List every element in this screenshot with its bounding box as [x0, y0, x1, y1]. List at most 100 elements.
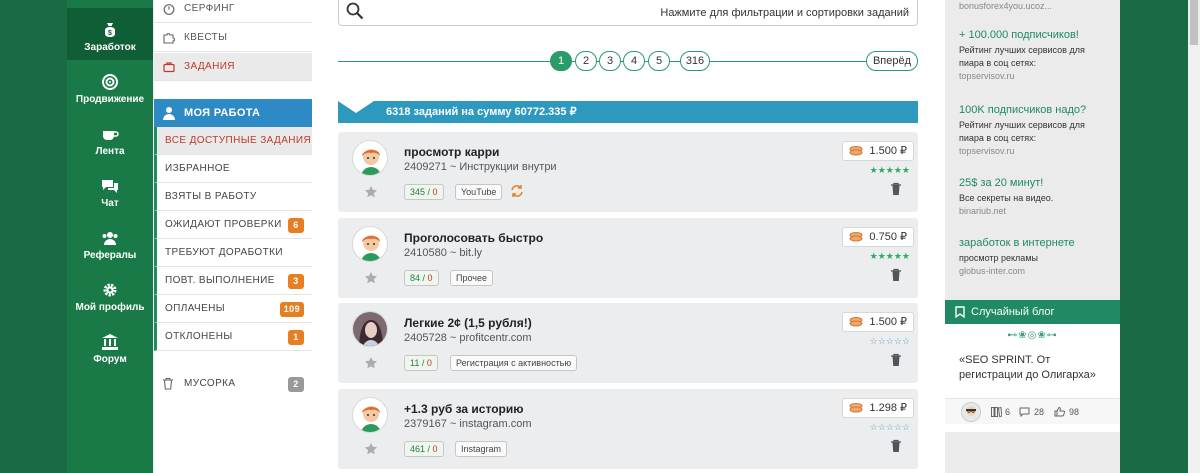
ad-headline[interactable]: заработок в интернете [959, 237, 1109, 250]
nav-item-forum[interactable]: Форум [67, 320, 153, 372]
trash-icon[interactable] [890, 268, 902, 282]
ad-headline[interactable]: 25$ за 20 минут! [959, 177, 1109, 190]
task-card[interactable]: просмотр карри 2409271 ~ Инструкции внут… [338, 132, 918, 212]
nav-label: Чат [101, 198, 119, 209]
nav-item-referrals[interactable]: Рефералы [67, 216, 153, 268]
ad-block[interactable]: 25$ за 20 минут! Все секреты на видео. bin… [959, 177, 1109, 218]
blog-ornament: ⊷❀◎❀⊶ [1007, 330, 1058, 341]
nav-item-profile[interactable]: Мой профиль [67, 268, 153, 320]
task-price: 1.298 ₽ [842, 398, 914, 418]
ad-url[interactable]: binariub.net [959, 205, 1109, 218]
rejected-count: 0 [426, 358, 432, 368]
nav-item-chat[interactable]: Чат [67, 164, 153, 216]
submenu-surfing[interactable]: СЕРФИНГ [154, 0, 312, 23]
ad-url[interactable]: globus-inter.com [959, 265, 1109, 278]
submenu-quests[interactable]: КВЕСТЫ [154, 24, 312, 52]
work-item-label: ВСЕ ДОСТУПНЫЕ ЗАДАНИЯ [165, 135, 312, 146]
task-stats: 11 / 0 [404, 355, 438, 371]
redhead-avatar [352, 140, 388, 176]
work-item-awaiting-review[interactable]: ОЖИДАЮТ ПРОВЕРКИ 6 [154, 211, 312, 239]
nav-label: Продвижение [75, 94, 145, 105]
nav-label: Мой профиль [75, 302, 145, 313]
work-item-favorites[interactable]: ИЗБРАННОЕ [154, 155, 312, 183]
task-card[interactable]: Легкие 2¢ (1,5 рубля!) 2405728 ~ profitc… [338, 303, 918, 383]
count-badge: 2 [288, 377, 304, 392]
ad-description: просмотр рекламы [959, 253, 1038, 263]
work-item-rejected[interactable]: ОТКЛОНЕНЫ 1 [154, 323, 312, 351]
task-card[interactable]: +1.3 руб за историю 2379167 ~ instagram.… [338, 389, 918, 469]
task-id: 2409271 [404, 161, 447, 173]
task-title[interactable]: Легкие 2¢ (1,5 рубля!) [404, 316, 532, 330]
trash-icon[interactable] [890, 182, 902, 196]
page-button[interactable]: 3 [599, 51, 621, 71]
blog-likes-count: 98 [1069, 407, 1080, 417]
filter-search-box[interactable]: Нажмите для фильтрации и сортировки зада… [338, 0, 918, 26]
right-background-band [1120, 0, 1188, 473]
page-button[interactable]: 1 [550, 51, 572, 71]
trash-icon[interactable] [890, 353, 902, 367]
ad-url[interactable]: topservisov.ru [959, 70, 1109, 83]
author-avatar[interactable] [961, 402, 981, 422]
scrollbar-thumb[interactable] [1190, 0, 1198, 45]
my-work-label: МОЯ РАБОТА [184, 107, 261, 119]
task-title[interactable]: +1.3 руб за историю [404, 402, 523, 416]
task-meta: 2409271 ~ Инструкции внутри [404, 161, 557, 173]
favorite-star-icon[interactable] [364, 271, 378, 285]
task-tag: Прочее [450, 270, 493, 286]
bank-icon [102, 334, 118, 350]
task-stats: 345 / 0 [404, 184, 444, 200]
trash-icon[interactable] [890, 439, 902, 453]
redhead-avatar [352, 226, 388, 262]
work-item-all[interactable]: ВСЕ ДОСТУПНЫЕ ЗАДАНИЯ [154, 127, 312, 155]
page-button[interactable]: 2 [575, 51, 597, 71]
task-meta: 2410580 ~ bit.ly [404, 247, 482, 259]
favorite-star-icon[interactable] [364, 442, 378, 456]
scrollbar[interactable] [1188, 0, 1200, 473]
price-value: 1.500 ₽ [869, 316, 907, 328]
thumbs-up-icon [1054, 407, 1065, 417]
page-button[interactable]: 4 [623, 51, 645, 71]
work-item-in-progress[interactable]: ВЗЯТЫ В РАБОТУ [154, 183, 312, 211]
task-id: 2379167 [404, 418, 447, 430]
task-title[interactable]: просмотр карри [404, 145, 499, 159]
submenu-label: ЗАДАНИЯ [184, 61, 235, 72]
ad-headline[interactable]: 100K подписчиков надо? [959, 104, 1109, 117]
cup-icon [103, 131, 119, 140]
ad-block[interactable]: заработок в интернете просмотр рекламы glo… [959, 237, 1109, 278]
favorite-star-icon[interactable] [364, 185, 378, 199]
svg-text:$: $ [108, 30, 112, 37]
nav-label: Рефералы [83, 250, 137, 261]
count-badge: 109 [279, 302, 304, 317]
blog-title[interactable]: «SEO SPRINT. От регистрации до Олигарха» [959, 353, 1114, 383]
my-work-header[interactable]: МОЯ РАБОТА [154, 99, 312, 127]
target-icon [102, 74, 118, 90]
work-item-needs-revision[interactable]: ТРЕБУЮТ ДОРАБОТКИ [154, 239, 312, 267]
work-item-label: ОПЛАЧЕНЫ [165, 303, 226, 314]
nav-label: Лента [95, 146, 125, 157]
done-count: 345 [410, 187, 426, 197]
task-card[interactable]: Проголосовать быстро 2410580 ~ bit.ly 84… [338, 218, 918, 298]
page-button[interactable]: 316 [680, 51, 710, 71]
work-item-paid[interactable]: ОПЛАЧЕНЫ 109 [154, 295, 312, 323]
nav-item-earnings[interactable]: $ Заработок [67, 8, 153, 60]
rating-stars: ★★★★★ [869, 165, 910, 175]
next-page-button[interactable]: Вперёд [866, 51, 918, 71]
ad-block[interactable]: bonusforex4you.ucoz... [959, 0, 1109, 13]
work-item-repeat[interactable]: ПОВТ. ВЫПОЛНЕНИЕ 3 [154, 267, 312, 295]
rating-stars: ☆☆☆☆☆ [869, 336, 910, 346]
nav-item-feed[interactable]: Лента [67, 112, 153, 164]
submenu-trash[interactable]: МУСОРКА 2 [154, 370, 312, 398]
favorite-star-icon[interactable] [364, 356, 378, 370]
task-title[interactable]: Проголосовать быстро [404, 231, 543, 245]
search-icon [346, 2, 364, 20]
task-meta: 2379167 ~ instagram.com [404, 418, 532, 430]
ad-headline[interactable]: + 100.000 подписчиков! [959, 29, 1109, 42]
nav-item-promotion[interactable]: Продвижение [67, 60, 153, 112]
ad-block[interactable]: + 100.000 подписчиков! Рейтинг лучших сер… [959, 29, 1109, 83]
ad-url[interactable]: bonusforex4you.ucoz... [959, 0, 1109, 13]
ad-block[interactable]: 100K подписчиков надо? Рейтинг лучших сер… [959, 104, 1109, 158]
page-button[interactable]: 5 [648, 51, 670, 71]
submenu-tasks[interactable]: ЗАДАНИЯ [154, 53, 312, 81]
bookmark-icon [955, 306, 965, 318]
ad-url[interactable]: topservisov.ru [959, 145, 1109, 158]
